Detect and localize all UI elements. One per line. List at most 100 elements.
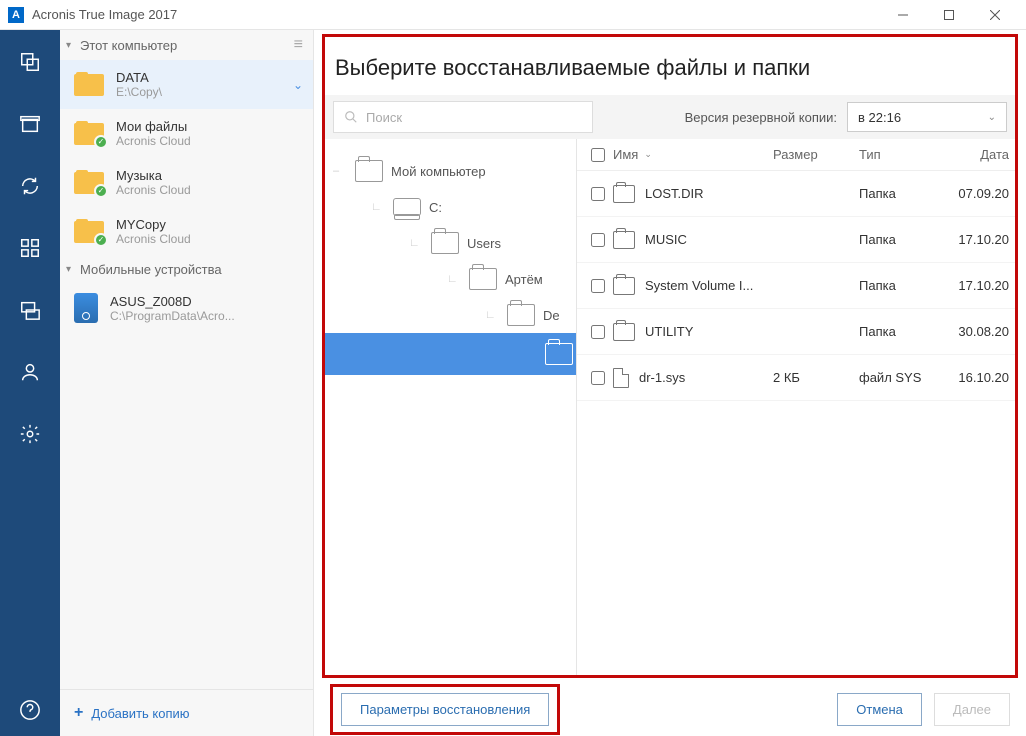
tree-node-users[interactable]: ∟ Users — [333, 225, 576, 261]
row-date: 30.08.20 — [949, 324, 1009, 339]
row-name: UTILITY — [645, 324, 773, 339]
list-row[interactable]: System Volume I... Папка 17.10.20 — [577, 263, 1015, 309]
tree-pane: – Мой компьютер ∟ C: ∟ Users — [325, 139, 577, 675]
minimize-button[interactable] — [880, 0, 926, 30]
sidebar-item-title: DATA — [116, 70, 162, 85]
row-name: MUSIC — [645, 232, 773, 247]
col-name-label: Имя — [613, 147, 638, 162]
file-icon — [613, 368, 629, 388]
tree-node-drive[interactable]: ∟ C: — [333, 189, 576, 225]
tree-label: Users — [467, 236, 501, 251]
add-backup-label: Добавить копию — [91, 706, 189, 721]
sidebar-item-sub: E:\Copy\ — [116, 85, 162, 99]
tree-node-user[interactable]: ∟ Артём — [333, 261, 576, 297]
nav-rail — [0, 30, 60, 736]
plus-icon: + — [74, 704, 83, 722]
search-input[interactable] — [366, 110, 582, 125]
tree-node-selected[interactable] — [325, 333, 576, 375]
search-box[interactable] — [333, 101, 593, 133]
sidebar-item-title: MYCopy — [116, 217, 191, 232]
sidebar-item-sub: C:\ProgramData\Acro... — [110, 309, 235, 323]
close-button[interactable] — [972, 0, 1018, 30]
row-date: 17.10.20 — [949, 278, 1009, 293]
row-date: 07.09.20 — [949, 186, 1009, 201]
menu-icon[interactable]: ≡ — [294, 36, 303, 54]
sidebar-item-title: Мои файлы — [116, 119, 191, 134]
list-row[interactable]: dr-1.sys 2 КБ файл SYS 16.10.20 — [577, 355, 1015, 401]
sidebar-section-mobile[interactable]: ▾ Мобильные устройства — [60, 256, 313, 283]
phone-icon — [74, 293, 98, 323]
file-list: Имя ⌄ Размер Тип Дата LOST.DIR Папка 07.… — [577, 139, 1015, 675]
folder-icon: ✓ — [74, 121, 104, 147]
version-select[interactable]: в 22:16 ⌄ — [847, 102, 1007, 132]
search-icon — [344, 110, 358, 124]
nav-backup-icon[interactable] — [18, 50, 42, 74]
nav-settings-icon[interactable] — [18, 422, 42, 446]
nav-sync-icon[interactable] — [18, 174, 42, 198]
nav-account-icon[interactable] — [18, 360, 42, 384]
sidebar-section-computer[interactable]: ▾ Этот компьютер ≡ — [60, 30, 313, 60]
row-name: dr-1.sys — [639, 370, 773, 385]
folder-icon — [431, 232, 459, 254]
folder-icon — [613, 185, 635, 203]
sidebar-item-title: ASUS_Z008D — [110, 294, 235, 309]
row-checkbox[interactable] — [591, 279, 605, 293]
row-type: Папка — [859, 232, 949, 247]
row-checkbox[interactable] — [591, 187, 605, 201]
nav-archive-icon[interactable] — [18, 112, 42, 136]
folder-icon: ✓ — [74, 219, 104, 245]
page-title: Выберите восстанавливаемые файлы и папки — [325, 37, 1015, 95]
caret-down-icon: ▾ — [66, 40, 80, 51]
folder-icon — [613, 277, 635, 295]
folder-icon — [613, 323, 635, 341]
row-checkbox[interactable] — [591, 325, 605, 339]
tree-node-de[interactable]: ∟ De — [333, 297, 576, 333]
col-name[interactable]: Имя ⌄ — [613, 147, 773, 162]
sidebar: ▾ Этот компьютер ≡ DATA E:\Copy\ ⌄ ✓ Мои… — [60, 30, 314, 736]
chevron-down-icon: ⌄ — [988, 112, 996, 123]
add-backup-button[interactable]: + Добавить копию — [60, 689, 313, 736]
version-value: в 22:16 — [858, 110, 901, 125]
col-size[interactable]: Размер — [773, 147, 859, 162]
version-label: Версия резервной копии: — [685, 110, 837, 125]
nav-clone-icon[interactable] — [18, 298, 42, 322]
nav-help-icon[interactable] — [18, 698, 42, 722]
list-row[interactable]: UTILITY Папка 30.08.20 — [577, 309, 1015, 355]
col-type[interactable]: Тип — [859, 147, 949, 162]
tree-label: C: — [429, 200, 442, 215]
row-checkbox[interactable] — [591, 371, 605, 385]
row-size: 2 КБ — [773, 370, 859, 385]
row-type: Папка — [859, 278, 949, 293]
sidebar-item-files[interactable]: ✓ Мои файлы Acronis Cloud — [60, 109, 313, 158]
row-name: LOST.DIR — [645, 186, 773, 201]
titlebar: A Acronis True Image 2017 — [0, 0, 1026, 30]
sidebar-section-label: Этот компьютер — [80, 38, 294, 53]
maximize-button[interactable] — [926, 0, 972, 30]
tree-label: De — [543, 308, 560, 323]
nav-dashboard-icon[interactable] — [18, 236, 42, 260]
row-name: System Volume I... — [645, 278, 773, 293]
window-title: Acronis True Image 2017 — [32, 7, 880, 22]
restore-options-button[interactable]: Параметры восстановления — [341, 693, 549, 726]
select-all-checkbox[interactable] — [591, 148, 605, 162]
options-highlight: Параметры восстановления — [330, 684, 560, 735]
chevron-down-icon[interactable]: ⌄ — [293, 78, 303, 92]
sidebar-item-mycopy[interactable]: ✓ MYCopy Acronis Cloud — [60, 207, 313, 256]
main: Выберите восстанавливаемые файлы и папки… — [314, 30, 1026, 736]
sidebar-item-data[interactable]: DATA E:\Copy\ ⌄ — [60, 60, 313, 109]
folder-icon — [545, 343, 573, 365]
row-type: Папка — [859, 186, 949, 201]
sidebar-item-music[interactable]: ✓ Музыка Acronis Cloud — [60, 158, 313, 207]
sidebar-item-sub: Acronis Cloud — [116, 183, 191, 197]
sidebar-item-device[interactable]: ASUS_Z008D C:\ProgramData\Acro... — [60, 283, 313, 333]
col-date[interactable]: Дата — [949, 147, 1009, 162]
row-type: файл SYS — [859, 370, 949, 385]
tree-node-computer[interactable]: – Мой компьютер — [333, 153, 576, 189]
list-header: Имя ⌄ Размер Тип Дата — [577, 139, 1015, 171]
folder-icon — [74, 72, 104, 98]
cancel-button[interactable]: Отмена — [837, 693, 922, 726]
content-area: Выберите восстанавливаемые файлы и папки… — [322, 34, 1018, 678]
list-row[interactable]: LOST.DIR Папка 07.09.20 — [577, 171, 1015, 217]
row-checkbox[interactable] — [591, 233, 605, 247]
list-row[interactable]: MUSIC Папка 17.10.20 — [577, 217, 1015, 263]
